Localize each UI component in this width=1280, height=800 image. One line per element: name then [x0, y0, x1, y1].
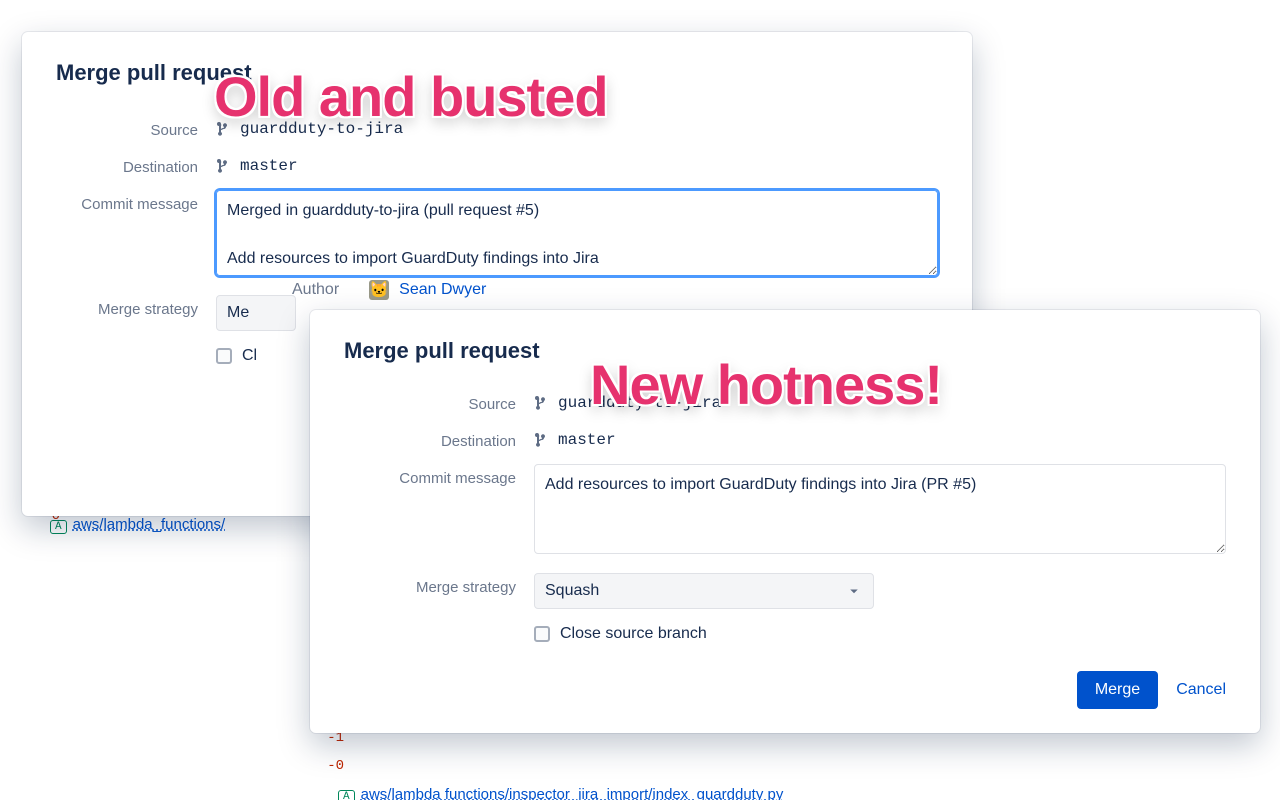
source-row: Source guardduty-to-jira	[344, 390, 1226, 413]
commit-message-row: Commit message	[56, 190, 938, 281]
file-link[interactable]: Aaws/lambda_functions/	[50, 516, 225, 534]
branch-icon	[534, 432, 550, 448]
branch-icon	[534, 395, 550, 411]
destination-branch: master	[534, 427, 1226, 449]
author-row: Author 🐱 Sean Dwyer	[292, 280, 486, 300]
commit-message-input[interactable]	[534, 464, 1226, 554]
source-branch: guardduty-to-jira	[534, 390, 1226, 412]
chevron-down-icon	[845, 582, 863, 600]
branch-icon	[216, 158, 232, 174]
destination-label: Destination	[56, 153, 216, 176]
dialog-actions: Merge Cancel	[344, 671, 1226, 709]
merge-strategy-row: Merge strategy Squash	[344, 573, 1226, 609]
destination-row: Destination master	[56, 153, 938, 176]
source-row: Source guardduty-to-jira	[56, 116, 938, 139]
source-branch: guardduty-to-jira	[216, 116, 938, 138]
merge-strategy-label: Merge strategy	[56, 295, 216, 318]
source-label: Source	[344, 390, 534, 413]
merge-dialog-new: Merge pull request Source guardduty-to-j…	[310, 310, 1260, 733]
author-name[interactable]: Sean Dwyer	[399, 281, 486, 299]
file-link[interactable]: Aaws/lambda functions/inspector_jira_imp…	[338, 786, 783, 800]
merge-button[interactable]: Merge	[1077, 671, 1158, 709]
author-label: Author	[292, 281, 339, 299]
diff-line: -0	[284, 752, 344, 780]
close-branch-row: Close source branch	[344, 623, 1226, 643]
commit-message-row: Commit message	[344, 464, 1226, 559]
avatar: 🐱	[369, 280, 389, 300]
merge-strategy-label: Merge strategy	[344, 573, 534, 596]
added-badge: A	[338, 790, 355, 800]
close-branch-label: Close source branch	[560, 625, 707, 643]
commit-message-label: Commit message	[56, 190, 216, 213]
merge-strategy-select[interactable]: Squash	[534, 573, 874, 609]
dialog-title: Merge pull request	[56, 60, 938, 86]
destination-label: Destination	[344, 427, 534, 450]
close-branch-label: Cl	[242, 347, 257, 365]
commit-message-label: Commit message	[344, 464, 534, 487]
close-branch-checkbox[interactable]	[216, 348, 232, 364]
branch-icon	[216, 121, 232, 137]
cancel-button[interactable]: Cancel	[1176, 681, 1226, 699]
dialog-title: Merge pull request	[344, 338, 1226, 364]
merge-strategy-select[interactable]: Me	[216, 295, 296, 331]
destination-branch: master	[216, 153, 938, 175]
close-branch-checkbox[interactable]	[534, 626, 550, 642]
destination-row: Destination master	[344, 427, 1226, 450]
source-label: Source	[56, 116, 216, 139]
added-badge: A	[50, 520, 67, 534]
commit-message-input[interactable]	[216, 190, 938, 276]
